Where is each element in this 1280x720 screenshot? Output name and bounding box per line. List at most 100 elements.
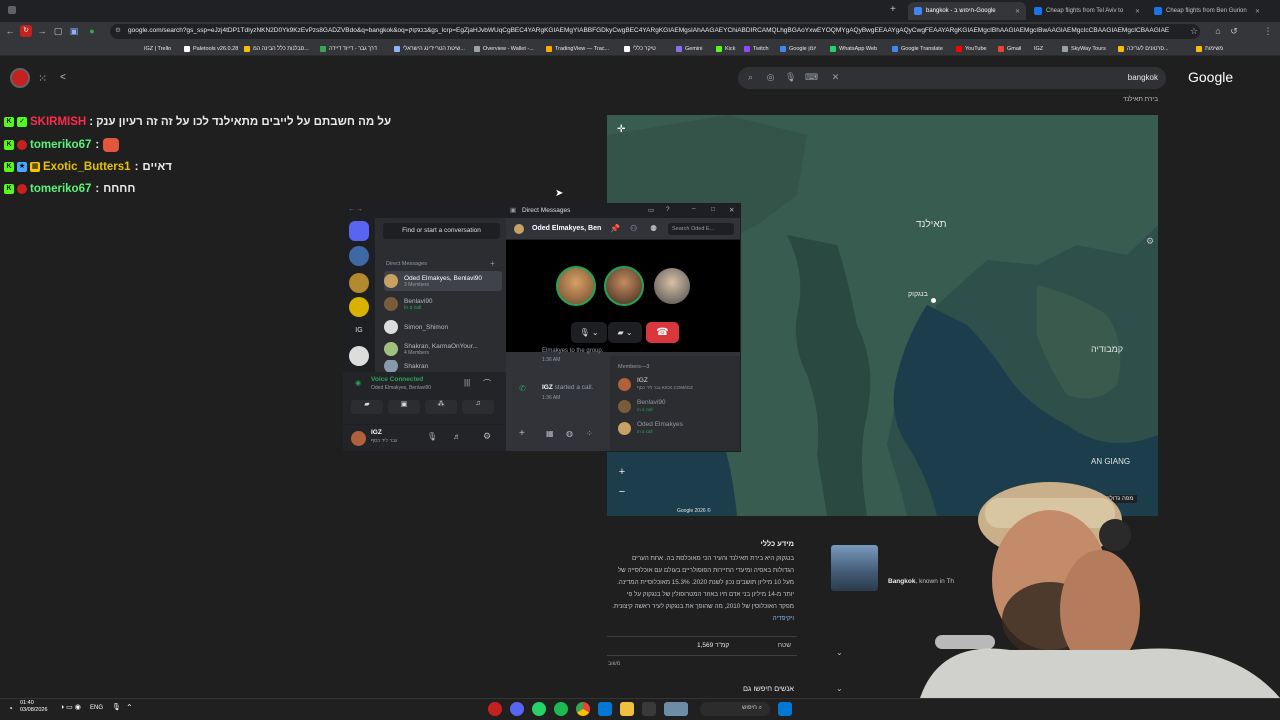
notification-icon[interactable]: ◔ xyxy=(8,704,13,713)
disconnect-icon[interactable]: ⌒ xyxy=(483,378,491,389)
search-conversation-input[interactable]: Search Oded E... xyxy=(668,223,734,235)
close-icon[interactable]: ✕ xyxy=(1131,8,1140,15)
keyboard-icon[interactable]: ⌨ xyxy=(805,72,818,83)
find-conversation-input[interactable]: Find or start a conversation xyxy=(383,223,500,239)
bookmark-item[interactable]: סרטונים לעריכה... xyxy=(1118,44,1169,54)
bookmark-item[interactable]: WhatsApp Web xyxy=(830,44,877,54)
site-info-icon[interactable]: ⚙ xyxy=(115,26,121,34)
screen-share-button[interactable]: ▣ xyxy=(388,400,420,414)
start-icon[interactable] xyxy=(778,702,792,716)
expand-icon[interactable]: ⌄ xyxy=(836,648,843,657)
taskbar-clock[interactable]: 01:40 03/08/2026 xyxy=(20,700,48,714)
headphones-icon[interactable]: ♬ xyxy=(453,432,461,441)
bookmark-item[interactable]: Twitch xyxy=(744,44,769,54)
expand-icon[interactable]: ⌄ xyxy=(836,684,843,693)
forward-icon[interactable]: → xyxy=(36,25,48,37)
server-icon[interactable]: IG xyxy=(349,321,369,341)
new-dm-icon[interactable]: + xyxy=(490,259,495,268)
hang-up-button[interactable]: ☎ xyxy=(646,322,679,343)
noise-icon[interactable]: ||| xyxy=(464,378,470,387)
back-icon[interactable]: ← xyxy=(4,25,16,37)
dm-item[interactable]: Benlavi90 In a call xyxy=(384,294,502,314)
settings-icon[interactable]: ⚙ xyxy=(483,431,491,442)
soundboard-button[interactable]: ♫ xyxy=(462,400,494,414)
spotify-taskbar-icon[interactable] xyxy=(554,702,568,716)
bookmark-item[interactable]: דרך גבר - דייוד דיידה xyxy=(320,44,377,54)
call-participant-avatar[interactable] xyxy=(652,266,692,306)
zoom-in-button[interactable]: + xyxy=(614,464,630,480)
inbox-icon[interactable]: ▭ xyxy=(648,206,654,214)
add-friends-icon[interactable]: ⚇ xyxy=(630,224,637,233)
bangkok-image[interactable] xyxy=(831,545,878,591)
settings-icon[interactable]: ⚙ xyxy=(1146,236,1154,247)
mic-tray-icon[interactable]: 🎙 xyxy=(112,703,121,711)
close-icon[interactable]: ✕ xyxy=(729,206,734,214)
zoom-out-button[interactable]: − xyxy=(614,484,630,500)
apps-icon[interactable]: ⁘ xyxy=(586,429,593,438)
bookmark-item[interactable]: Gemini xyxy=(676,44,702,54)
language-indicator[interactable]: ENG xyxy=(90,705,103,711)
help-icon[interactable]: ? xyxy=(666,206,670,213)
wiki-link[interactable]: ויקיפדיה xyxy=(773,615,794,622)
activity-button[interactable]: ⁂ xyxy=(425,400,457,414)
close-icon[interactable]: ✕ xyxy=(1251,8,1260,15)
bookmark-item[interactable]: משימות xyxy=(1196,44,1223,54)
obs-taskbar-icon[interactable] xyxy=(642,702,656,716)
server-icon[interactable] xyxy=(349,273,369,293)
member-item[interactable]: Benlavi90 In a call xyxy=(618,399,666,413)
lens-icon[interactable]: ◎ xyxy=(765,72,776,83)
app-preview-taskbar-icon[interactable] xyxy=(664,702,688,716)
sync-icon[interactable]: ● xyxy=(86,25,98,37)
close-icon[interactable]: ✕ xyxy=(1011,8,1020,15)
call-participant-avatar[interactable] xyxy=(604,266,644,306)
reload-icon[interactable]: ↻ xyxy=(20,25,32,37)
dm-item[interactable]: Simon_Shimon xyxy=(384,317,502,337)
camera-off-button[interactable]: ▰ xyxy=(351,400,383,414)
google-logo[interactable]: Google xyxy=(1188,69,1233,85)
bookmark-item[interactable]: Google יומן xyxy=(780,44,816,54)
photos-taskbar-icon[interactable] xyxy=(598,702,612,716)
discord-taskbar-icon[interactable] xyxy=(510,702,524,716)
whatsapp-taskbar-icon[interactable] xyxy=(532,702,546,716)
profile-icon[interactable]: ⌂ xyxy=(1212,25,1224,37)
history-icon[interactable]: ↺ xyxy=(1228,25,1240,37)
call-participant-avatar[interactable] xyxy=(556,266,596,306)
taskbar-search[interactable]: חיפוש ⌕ xyxy=(700,702,770,716)
server-icon[interactable] xyxy=(349,346,369,366)
bookmark-item[interactable]: SkyWay Tours xyxy=(1062,44,1106,54)
sticker-icon[interactable]: ◍ xyxy=(566,429,573,438)
server-icon[interactable] xyxy=(349,246,369,266)
mic-icon[interactable]: 🎙 xyxy=(427,432,437,441)
tab-bangkok[interactable]: bangkok - חיפוש ב-Google ✕ xyxy=(908,2,1026,20)
extensions-icon[interactable]: ▢ xyxy=(52,25,64,37)
bookmark-item[interactable]: TradingView — Trac... xyxy=(546,44,609,54)
pin-icon[interactable]: 📌 xyxy=(610,224,620,233)
search-icon[interactable]: ⌕ xyxy=(745,72,756,83)
share-icon[interactable]: < xyxy=(60,72,66,83)
call-camera-button[interactable]: ▰ ⌄ xyxy=(608,322,642,343)
avatar[interactable] xyxy=(351,431,366,446)
bookmark-item[interactable]: YouTube xyxy=(956,44,987,54)
bookmark-item[interactable]: Kick xyxy=(716,44,735,54)
bookmark-item[interactable]: IGZ xyxy=(1034,44,1043,54)
bookmark-item[interactable]: Paletools v26.0.28 xyxy=(184,44,238,54)
back-icon[interactable]: ← → xyxy=(348,206,363,213)
dm-item[interactable]: Shakran, KarmaOnYour... 4 Members xyxy=(384,339,502,359)
menu-dots-icon[interactable]: ⋮ xyxy=(1262,25,1274,37)
taskbar-app-icon[interactable] xyxy=(488,702,502,716)
bookmark-star-icon[interactable]: ☆ xyxy=(1188,25,1200,37)
new-tab-icon[interactable]: + xyxy=(890,4,896,15)
bookmark-item[interactable]: Google Translate xyxy=(892,44,943,54)
bookmark-item[interactable]: Overview - Wallet -... xyxy=(474,44,534,54)
tab-flights-tlv[interactable]: Cheap flights from Tel Aviv to ✕ xyxy=(1028,2,1146,20)
tab-flights-ben-gurion[interactable]: Cheap flights from Ben Gurion ✕ xyxy=(1148,2,1266,20)
mic-icon[interactable]: 🎙 xyxy=(785,72,796,83)
file-explorer-taskbar-icon[interactable] xyxy=(620,702,634,716)
server-icon[interactable] xyxy=(349,297,369,317)
members-icon[interactable]: ⚉ xyxy=(650,224,657,233)
dm-item[interactable]: Shakran xyxy=(384,360,502,372)
bookmark-item[interactable]: טיקר כללי xyxy=(624,44,656,54)
minimize-icon[interactable]: – xyxy=(692,205,696,212)
chevron-up-icon[interactable]: ⌃ xyxy=(126,703,133,712)
address-bar[interactable]: ⚙ google.com/search?gs_ssp=eJzj4tDP1TdIy… xyxy=(110,24,1200,39)
